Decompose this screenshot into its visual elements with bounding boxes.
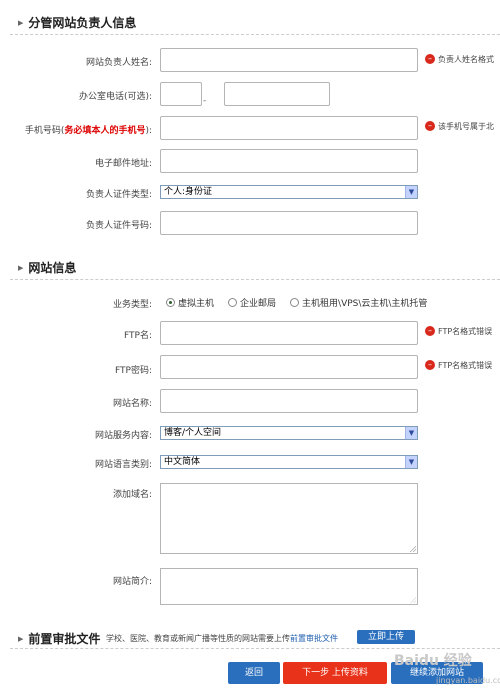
ftp-name-label: FTP名: [124,331,152,341]
ftp-password-input[interactable] [160,355,418,379]
approval-file-link[interactable]: 前置审批文件 [290,634,338,643]
radio-checked-icon[interactable] [166,298,175,307]
add-domain-textarea[interactable] [160,483,418,554]
back-button[interactable]: 返回 [228,662,280,684]
divider [10,34,500,35]
id-type-select[interactable]: 个人:身份证 ▼ [160,185,418,199]
office-phone-number-input[interactable] [224,82,330,106]
section-arrow-icon: ▶ [18,634,24,643]
business-type-label: 业务类型: [112,300,152,310]
id-number-label: 负责人证件号码: [85,221,152,231]
radio-icon[interactable] [290,298,300,307]
site-intro-textarea[interactable] [160,568,418,605]
mobile-error: – 该手机号属于北 [425,120,494,132]
upload-now-button[interactable]: 立即上传 [357,630,415,644]
business-type-radios: 虚拟主机 企业邮局 主机租用\VPS\云主机\主机托管 [166,296,441,309]
watermark: Baidu 经验 [394,653,472,669]
radio-virtual-host[interactable]: 虚拟主机 [166,296,214,309]
resize-grip-icon[interactable] [410,597,416,603]
error-icon: – [425,360,435,370]
section-title-site: ▶ 网站信息 [18,261,77,275]
divider [10,648,500,649]
language-label: 网站语言类别: [94,460,152,470]
error-icon: – [425,326,435,336]
resize-grip-icon[interactable] [410,546,416,552]
site-name-label: 网站名称: [112,399,152,409]
ftp-password-label: FTP密码: [115,366,152,376]
mobile-input[interactable] [160,116,418,140]
radio-icon[interactable] [228,298,238,307]
section-title-owner: ▶ 分管网站负责人信息 [18,16,137,30]
section-arrow-icon: ▶ [18,18,24,27]
owner-name-input[interactable] [160,48,418,72]
ftp-name-input[interactable] [160,321,418,345]
add-domain-label: 添加域名: [112,490,152,500]
error-icon: – [425,54,435,64]
email-input[interactable] [160,149,418,173]
service-content-label: 网站服务内容: [94,431,152,441]
section-title-approval: ▶ 前置审批文件 [18,632,101,646]
site-intro-label: 网站简介: [112,577,152,587]
next-upload-button[interactable]: 下一步 上传资料 [283,662,387,684]
owner-name-error: – 负责人姓名格式 [425,53,494,65]
approval-note: 学校、医院、教育或新闻广播等性质的网站需要上传前置审批文件 [106,634,338,643]
chevron-down-icon[interactable]: ▼ [405,186,417,198]
email-label: 电子邮件地址: [94,159,152,169]
id-type-label: 负责人证件类型: [85,190,152,200]
divider [10,279,500,280]
ftp-password-error: – FTP名格式错误 [425,359,492,371]
chevron-down-icon[interactable]: ▼ [405,456,417,468]
radio-enterprise-mail[interactable]: 企业邮局 [228,296,276,309]
section-arrow-icon: ▶ [18,263,24,272]
radio-host-rental[interactable]: 主机租用\VPS\云主机\主机托管 [290,296,427,309]
office-phone-area-input[interactable] [160,82,202,106]
service-content-select[interactable]: 博客/个人空间 ▼ [160,426,418,440]
owner-name-label: 网站负责人姓名: [85,58,152,68]
office-phone-label: 办公室电话(可选): [78,92,152,102]
phone-separator: - [203,96,207,106]
error-icon: – [425,121,435,131]
chevron-down-icon[interactable]: ▼ [405,427,417,439]
id-number-input[interactable] [160,211,418,235]
watermark-url: jingyan.baidu.com [436,676,500,685]
mobile-label: 手机号码(务必填本人的手机号): [24,126,152,136]
site-name-input[interactable] [160,389,418,413]
ftp-name-error: – FTP名格式错误 [425,325,492,337]
language-select[interactable]: 中文简体 ▼ [160,455,418,469]
